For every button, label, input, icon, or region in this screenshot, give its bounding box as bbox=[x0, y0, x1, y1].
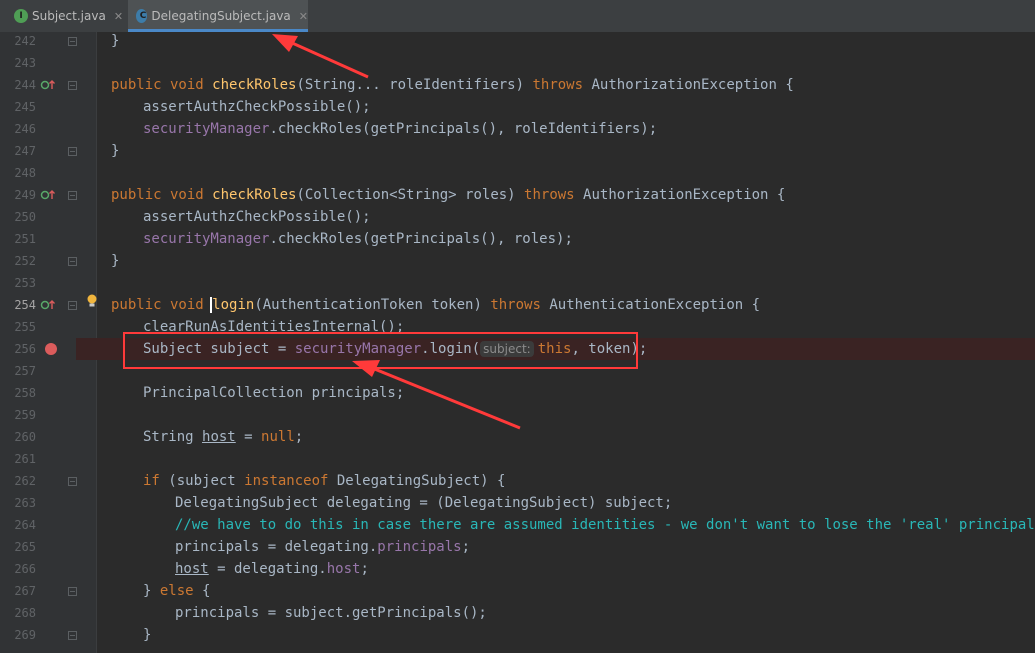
annotation-arrow-icon bbox=[352, 360, 521, 430]
